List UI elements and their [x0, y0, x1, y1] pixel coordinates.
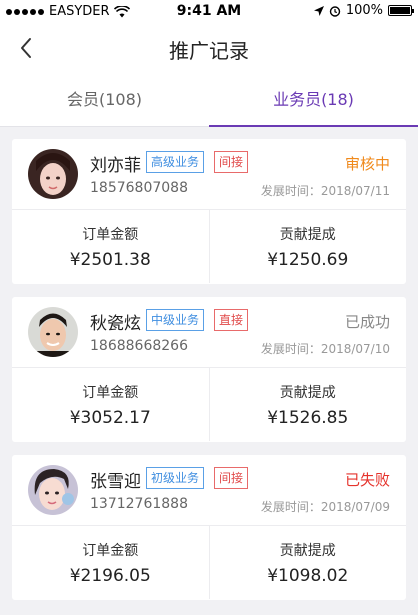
page-title: 推广记录 — [169, 39, 249, 63]
develop-date: 发展时间：2018/07/10 — [260, 342, 390, 356]
develop-date: 发展时间：2018/07/11 — [260, 184, 390, 198]
member-name: 秋瓷炫 — [90, 314, 141, 334]
tab-members[interactable]: 会员(108) — [0, 75, 209, 126]
commission-value: ¥1526.85 — [267, 408, 349, 428]
card-header: 秋瓷炫 中级业务 直接 已成功 18688668266 发展时间：2018/07… — [12, 297, 406, 368]
relation-badge: 间接 — [214, 467, 249, 489]
alarm-icon — [329, 5, 341, 17]
develop-date: 发展时间：2018/07/09 — [260, 500, 390, 514]
status-bar: EASYDER 9:41 AM 100% — [0, 0, 418, 22]
card-header: 张雪迎 初级业务 间接 已失败 13712761888 发展时间：2018/07… — [12, 455, 406, 526]
status-right: 100% — [313, 3, 414, 18]
tab-bar: 会员(108) 业务员(18) — [0, 75, 418, 127]
order-amount-label: 订单金额 — [82, 543, 139, 559]
commission-cell: 贡献提成 ¥1526.85 — [208, 368, 407, 441]
commission-label: 贡献提成 — [279, 385, 336, 401]
relation-badge: 间接 — [214, 151, 249, 173]
member-name: 张雪迎 — [90, 472, 141, 492]
record-card[interactable]: 张雪迎 初级业务 间接 已失败 13712761888 发展时间：2018/07… — [12, 455, 406, 600]
commission-value: ¥1098.02 — [267, 566, 349, 586]
phone-number: 18688668266 — [90, 338, 188, 354]
order-amount-value: ¥2196.05 — [69, 566, 151, 586]
record-card[interactable]: 刘亦菲 高级业务 间接 审核中 18576807088 发展时间：2018/07… — [12, 139, 406, 284]
commission-cell: 贡献提成 ¥1098.02 — [208, 526, 407, 599]
card-header: 刘亦菲 高级业务 间接 审核中 18576807088 发展时间：2018/07… — [12, 139, 406, 210]
battery-percent: 100% — [345, 3, 383, 18]
card-metrics: 订单金额 ¥2501.38 贡献提成 ¥1250.69 — [12, 210, 406, 283]
order-amount-value: ¥2501.38 — [69, 250, 151, 270]
nav-bar: 推广记录 — [0, 22, 418, 75]
order-amount-cell: 订单金额 ¥2501.38 — [12, 210, 209, 283]
commission-value: ¥1250.69 — [267, 250, 349, 270]
avatar — [28, 149, 78, 199]
order-amount-label: 订单金额 — [82, 227, 139, 243]
avatar — [28, 307, 78, 357]
commission-cell: 贡献提成 ¥1250.69 — [208, 210, 407, 283]
status-label: 已失败 — [344, 471, 390, 489]
phone-number: 18576807088 — [90, 180, 188, 196]
status-label: 审核中 — [344, 155, 390, 173]
record-card[interactable]: 秋瓷炫 中级业务 直接 已成功 18688668266 发展时间：2018/07… — [12, 297, 406, 442]
tab-salespeople[interactable]: 业务员(18) — [209, 75, 418, 127]
order-amount-value: ¥3052.17 — [69, 408, 151, 428]
order-amount-label: 订单金额 — [82, 385, 139, 401]
phone-number: 13712761888 — [90, 496, 188, 512]
battery-icon — [388, 5, 414, 16]
relation-badge: 直接 — [214, 309, 249, 331]
location-icon — [313, 5, 324, 16]
card-metrics: 订单金额 ¥2196.05 贡献提成 ¥1098.02 — [12, 526, 406, 599]
level-badge: 初级业务 — [146, 467, 205, 489]
order-amount-cell: 订单金额 ¥3052.17 — [12, 368, 209, 441]
order-amount-cell: 订单金额 ¥2196.05 — [12, 526, 209, 599]
level-badge: 中级业务 — [146, 309, 205, 331]
status-label: 已成功 — [344, 313, 390, 331]
card-metrics: 订单金额 ¥3052.17 贡献提成 ¥1526.85 — [12, 368, 406, 441]
avatar — [28, 465, 78, 515]
commission-label: 贡献提成 — [279, 227, 336, 243]
commission-label: 贡献提成 — [279, 543, 336, 559]
level-badge: 高级业务 — [146, 151, 205, 173]
member-name: 刘亦菲 — [90, 156, 141, 176]
